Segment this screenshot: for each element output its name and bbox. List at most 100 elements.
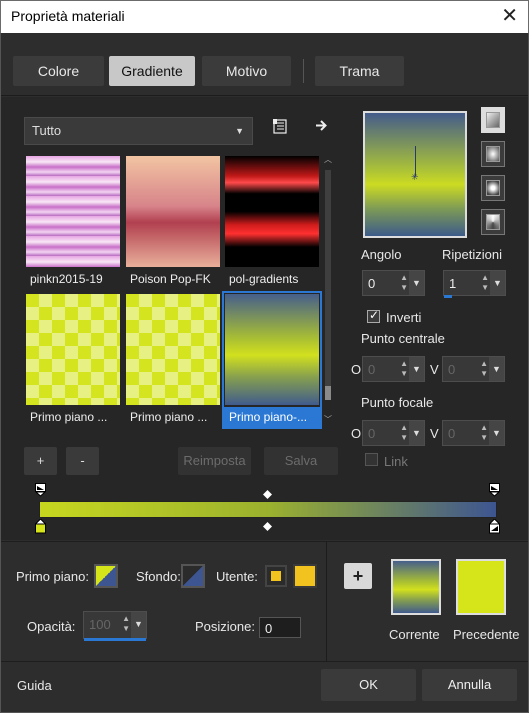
chevron-down-icon[interactable]: ▼ bbox=[409, 271, 424, 295]
tab-bar: Colore Gradiente Motivo Trama bbox=[1, 33, 528, 96]
scroll-thumb[interactable] bbox=[325, 386, 331, 400]
sunburst-style-button[interactable] bbox=[481, 175, 505, 201]
previous-material-swatch[interactable] bbox=[456, 559, 506, 615]
position-input[interactable]: 0 bbox=[259, 617, 301, 638]
invert-checkbox[interactable]: ✓ bbox=[367, 308, 380, 323]
stepper-arrows-icon[interactable]: ▲ ▼ bbox=[480, 359, 488, 379]
opacity-label: Opacità: bbox=[27, 619, 76, 634]
current-material-swatch[interactable] bbox=[391, 559, 441, 615]
background-swatch[interactable] bbox=[181, 564, 205, 588]
gradient-name: Poison Pop-FK bbox=[130, 272, 211, 286]
opacity-slider[interactable] bbox=[84, 638, 146, 641]
panel-divider bbox=[326, 541, 327, 661]
opacity-midpoint-icon[interactable] bbox=[263, 488, 272, 499]
opacity-stop-end-icon[interactable] bbox=[488, 483, 501, 497]
user-color-swatch[interactable] bbox=[265, 565, 287, 587]
opacity-stop-start-icon[interactable] bbox=[34, 483, 47, 497]
stepper-arrows-icon[interactable]: ▲ ▼ bbox=[400, 273, 408, 293]
help-link[interactable]: Guida bbox=[17, 678, 52, 693]
chevron-down-icon[interactable]: ▼ bbox=[490, 271, 505, 295]
add-to-swatches-button[interactable]: + bbox=[344, 563, 372, 589]
chevron-down-icon[interactable]: ▼ bbox=[489, 357, 504, 381]
center-v-stepper[interactable]: 0 ▲ ▼ ▼ bbox=[442, 356, 505, 382]
ok-button[interactable]: OK bbox=[321, 669, 416, 701]
center-handle-icon[interactable]: ✳ bbox=[411, 172, 419, 183]
tab-gradiente[interactable]: Gradiente bbox=[109, 56, 195, 86]
reset-button[interactable]: Reimposta bbox=[178, 447, 251, 475]
focal-o-label: O bbox=[351, 426, 362, 441]
center-o-value: 0 bbox=[368, 362, 376, 377]
gradient-editor-bar[interactable] bbox=[39, 501, 497, 518]
gradient-name: Primo piano ... bbox=[30, 410, 108, 424]
gradient-item[interactable]: pinkn2015-19 bbox=[25, 155, 121, 289]
stepper-arrows-icon[interactable]: ▲ ▼ bbox=[400, 359, 408, 379]
tab-motivo[interactable]: Motivo bbox=[202, 56, 291, 86]
scroll-up-icon[interactable]: ︿ bbox=[324, 154, 332, 165]
color-stop-start-icon[interactable] bbox=[34, 518, 47, 534]
gradient-thumbnail bbox=[225, 294, 319, 405]
repeat-stepper[interactable]: 1 ▲ ▼ ▼ bbox=[443, 270, 506, 298]
current-label: Corrente bbox=[389, 627, 440, 642]
angle-label: Angolo bbox=[361, 247, 402, 262]
rectangular-gradient-icon bbox=[486, 146, 500, 162]
stepper-arrows-icon[interactable]: ▲ ▼ bbox=[481, 273, 489, 293]
foreground-swatch[interactable] bbox=[94, 564, 118, 588]
save-gradient-button[interactable]: Salva bbox=[264, 447, 338, 475]
focal-v-value: 0 bbox=[448, 426, 456, 441]
angle-stepper[interactable]: 0 ▲ ▼ ▼ bbox=[362, 270, 425, 296]
chevron-down-icon[interactable]: ▼ bbox=[131, 612, 146, 638]
tab-trama[interactable]: Trama bbox=[315, 56, 404, 86]
add-gradient-button[interactable]: + bbox=[24, 447, 57, 475]
stepper-arrows-icon[interactable]: ▲ ▼ bbox=[122, 614, 130, 634]
repeat-label: Ripetizioni bbox=[442, 247, 502, 262]
link-checkbox[interactable] bbox=[365, 453, 378, 466]
color-stop-end-icon[interactable] bbox=[488, 518, 501, 534]
angle-value: 0 bbox=[368, 276, 376, 291]
repeat-slider[interactable] bbox=[444, 295, 452, 298]
gradient-item-selected[interactable]: Primo piano-... bbox=[222, 291, 322, 429]
gradient-thumbnail bbox=[26, 156, 120, 267]
linear-style-button[interactable] bbox=[481, 107, 505, 133]
stepper-arrows-icon[interactable]: ▲ ▼ bbox=[400, 423, 408, 443]
resource-file-icon[interactable] bbox=[273, 119, 288, 138]
gradient-name: pinkn2015-19 bbox=[30, 272, 103, 286]
gradient-item[interactable]: Poison Pop-FK bbox=[125, 155, 221, 289]
user-color-large-swatch[interactable] bbox=[293, 564, 317, 588]
title-bar: Proprietà materiali ✕ bbox=[0, 0, 529, 33]
category-dropdown[interactable]: Tutto ▼ bbox=[24, 117, 253, 145]
radial-style-button[interactable] bbox=[481, 209, 505, 235]
center-v-label: V bbox=[430, 362, 439, 377]
opacity-stepper[interactable]: 100 ▲ ▼ ▼ bbox=[83, 611, 147, 641]
gradient-thumbnail bbox=[225, 156, 319, 267]
gradient-item[interactable]: pol-gradients bbox=[224, 155, 320, 289]
rectangular-style-button[interactable] bbox=[481, 141, 505, 167]
focal-o-stepper[interactable]: 0 ▲ ▼ ▼ bbox=[362, 420, 425, 446]
gradient-item[interactable]: Primo piano ... bbox=[25, 293, 121, 427]
close-icon[interactable]: ✕ bbox=[501, 5, 518, 27]
cancel-button[interactable]: Annulla bbox=[422, 669, 517, 701]
gradient-list-scrollbar[interactable]: ︿ ﹀ bbox=[323, 154, 334, 427]
arrow-right-icon[interactable] bbox=[314, 118, 329, 137]
gradient-item[interactable]: Primo piano ... bbox=[125, 293, 221, 427]
gradient-name: Primo piano ... bbox=[130, 410, 208, 424]
gradient-preview[interactable]: ✳ bbox=[363, 111, 467, 238]
chevron-down-icon[interactable]: ▼ bbox=[489, 421, 504, 445]
gradient-grid: pinkn2015-19 Poison Pop-FK pol-gradients… bbox=[25, 155, 323, 429]
gradient-name: pol-gradients bbox=[229, 272, 299, 286]
chevron-down-icon[interactable]: ▼ bbox=[409, 357, 424, 381]
position-label: Posizione: bbox=[195, 619, 255, 634]
scroll-down-icon[interactable]: ﹀ bbox=[324, 414, 332, 425]
scroll-track bbox=[325, 170, 331, 396]
linear-gradient-icon bbox=[486, 112, 500, 128]
radial-gradient-icon bbox=[486, 214, 500, 230]
focal-v-stepper[interactable]: 0 ▲ ▼ ▼ bbox=[442, 420, 505, 446]
tab-colore[interactable]: Colore bbox=[13, 56, 104, 86]
remove-gradient-button[interactable]: - bbox=[66, 447, 99, 475]
user-color-label: Utente: bbox=[216, 569, 258, 584]
stepper-arrows-icon[interactable]: ▲ ▼ bbox=[480, 423, 488, 443]
color-midpoint-icon[interactable] bbox=[263, 520, 272, 531]
center-v-value: 0 bbox=[448, 362, 456, 377]
chevron-down-icon[interactable]: ▼ bbox=[409, 421, 424, 445]
center-o-stepper[interactable]: 0 ▲ ▼ ▼ bbox=[362, 356, 425, 382]
background-label: Sfondo: bbox=[136, 569, 181, 584]
